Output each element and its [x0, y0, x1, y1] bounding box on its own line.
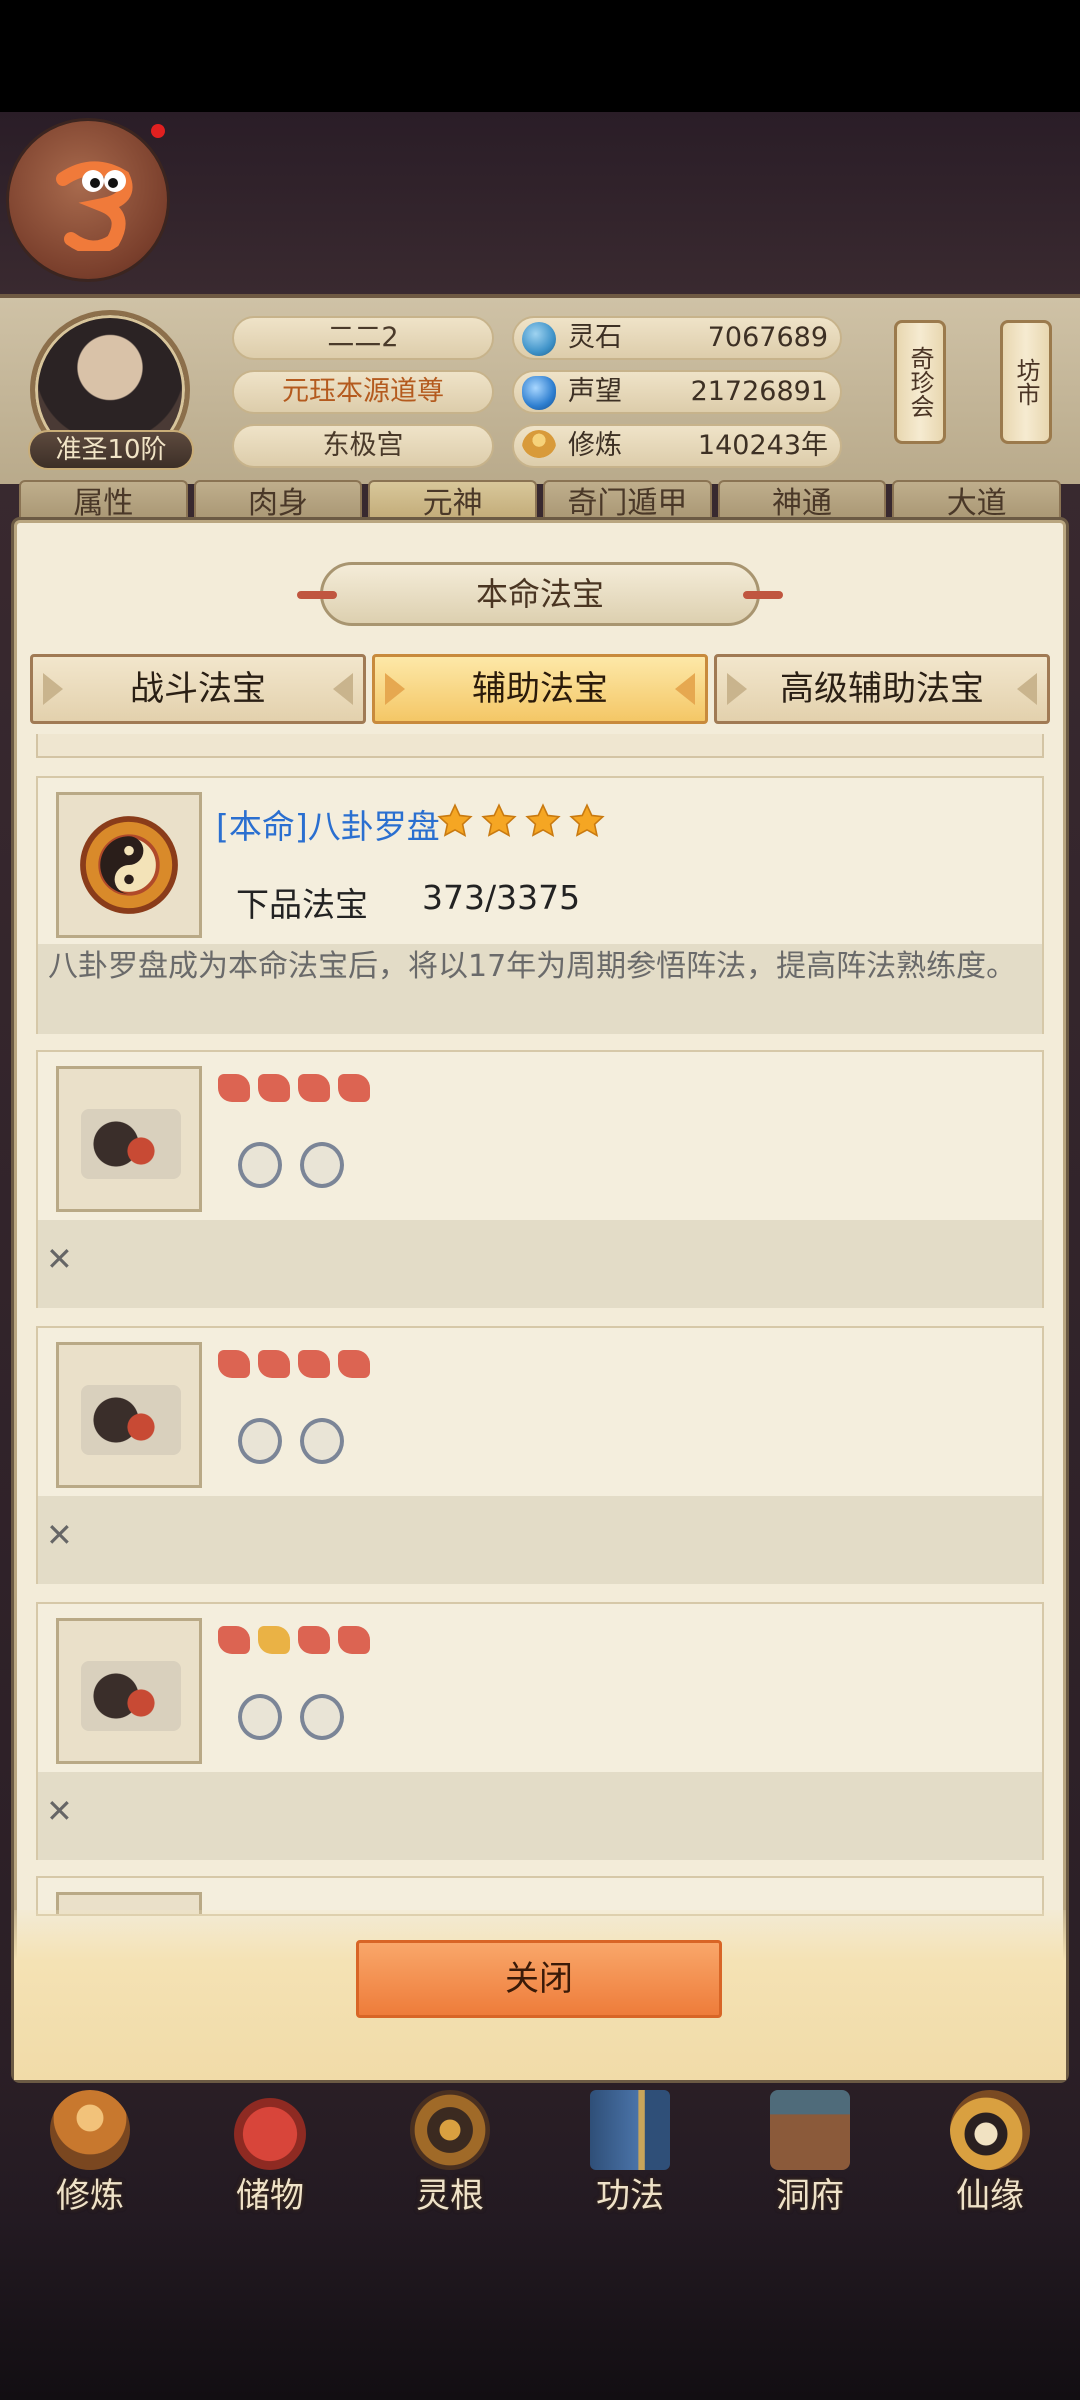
- dialog-title: 本命法宝: [297, 562, 783, 626]
- nav-label: 洞府: [776, 2176, 844, 2216]
- player-name: 二二2: [232, 316, 494, 360]
- treasure-fair-button[interactable]: 奇珍会: [894, 320, 946, 444]
- gem-slot-icon: [300, 1418, 344, 1464]
- technique-book-icon: [590, 2090, 670, 2170]
- market-button[interactable]: 坊市: [1000, 320, 1052, 444]
- resource-value: 21726891: [690, 376, 828, 407]
- tab-body[interactable]: 肉身: [193, 480, 363, 520]
- description-band: ✕: [38, 1772, 1042, 1860]
- cross-icon: ✕: [46, 1516, 73, 1554]
- treasure-description: 八卦罗盘成为本命法宝后，将以17年为周期参悟阵法，提高阵法熟练度。: [48, 949, 1017, 984]
- nav-cultivate[interactable]: 修炼: [15, 2082, 165, 2222]
- star-rating: [218, 1350, 378, 1378]
- treasure-card-featured[interactable]: [本命]八卦罗盘 下品法宝 373/3375 八卦罗盘成为本命法宝后，将以17年…: [36, 776, 1044, 1034]
- storage-bag-icon: [230, 2090, 310, 2170]
- cross-icon: ✕: [46, 1240, 73, 1278]
- tab-soul[interactable]: 元神: [368, 480, 538, 520]
- arrow-right-icon: [1017, 673, 1037, 705]
- cross-icon: ✕: [46, 1792, 73, 1830]
- arrow-left-icon: [727, 673, 747, 705]
- player-title: 元珏本源道尊: [232, 370, 494, 414]
- treasure-progress: 373/3375: [422, 878, 581, 917]
- tab-label: 高级辅助法宝: [780, 669, 984, 709]
- notification-dot: [151, 124, 165, 138]
- bottom-nav: 修炼 储物 灵根 功法 洞府 仙缘: [0, 2082, 1080, 2222]
- nav-label: 修炼: [56, 2176, 124, 2216]
- resource-value: 7067689: [707, 322, 828, 353]
- treasure-name: [本命]八卦罗盘: [216, 807, 440, 846]
- resource-label: 修炼: [568, 430, 622, 461]
- gem-slot-icon: [300, 1142, 344, 1188]
- bagua-compass-icon: [56, 792, 202, 938]
- description-band: ✕: [38, 1220, 1042, 1308]
- treasure-art: [81, 1661, 181, 1731]
- meditation-icon: [522, 430, 556, 464]
- chat-mascot-button[interactable]: [6, 118, 170, 282]
- star-icon: [569, 803, 605, 837]
- arrow-left-icon: [43, 673, 63, 705]
- resource-spirit-stone: 灵石 7067689: [512, 316, 842, 360]
- tab-powers[interactable]: 神通: [717, 480, 887, 520]
- meditation-nav-icon: [50, 2090, 130, 2170]
- list-top-edge: [36, 734, 1044, 758]
- nav-immortal-fate[interactable]: 仙缘: [915, 2082, 1065, 2222]
- treasure-card[interactable]: ✕: [36, 1050, 1044, 1308]
- gem-slot-icon: [238, 1694, 282, 1740]
- cave-dwelling-icon: [770, 2090, 850, 2170]
- player-location: 东极宫: [232, 424, 494, 468]
- treasure-card[interactable]: ✕: [36, 1602, 1044, 1860]
- star-rating: [218, 1626, 378, 1654]
- nav-label: 储物: [236, 2176, 304, 2216]
- treasure-grade: 下品法宝: [236, 885, 368, 924]
- nav-cave[interactable]: 洞府: [735, 2082, 885, 2222]
- nav-spirit-root[interactable]: 灵根: [375, 2082, 525, 2222]
- tab-attributes[interactable]: 属性: [19, 480, 188, 520]
- tab-combat-treasure[interactable]: 战斗法宝: [30, 654, 366, 724]
- resource-value: 140243年: [697, 430, 828, 461]
- mascot-icon: [56, 161, 133, 251]
- gem-slot-icon: [238, 1142, 282, 1188]
- tab-label: 辅助法宝: [472, 669, 608, 709]
- treasure-card[interactable]: ✕: [36, 1326, 1044, 1584]
- resource-cultivation: 修炼 140243年: [512, 424, 842, 468]
- nav-label: 仙缘: [956, 2176, 1024, 2216]
- game-screen: 准圣10阶 二二2 元珏本源道尊 东极宫 灵石 7067689 声望 21726…: [0, 0, 1080, 2400]
- treasure-thumbnail: [56, 1066, 202, 1212]
- arrow-left-icon: [385, 673, 405, 705]
- spirit-root-icon: [410, 2090, 490, 2170]
- nav-technique[interactable]: 功法: [555, 2082, 705, 2222]
- nav-label: 功法: [596, 2176, 664, 2216]
- tab-label: 战斗法宝: [130, 669, 266, 709]
- immortal-fate-icon: [950, 2090, 1030, 2170]
- star-icon: [481, 803, 517, 837]
- tab-dao[interactable]: 大道: [892, 480, 1062, 520]
- star-icon: [525, 803, 561, 837]
- star-icon: [437, 803, 473, 837]
- star-rating: [218, 1074, 378, 1102]
- tab-qimen[interactable]: 奇门遁甲: [543, 480, 712, 520]
- tab-support-treasure[interactable]: 辅助法宝: [372, 654, 708, 724]
- tab-advanced-support-treasure[interactable]: 高级辅助法宝: [714, 654, 1050, 724]
- gem-slot-icon: [300, 1694, 344, 1740]
- main-tab-bar: 属性 肉身 元神 奇门遁甲 神通 大道: [16, 480, 1064, 520]
- treasure-thumbnail: [56, 1618, 202, 1764]
- treasure-art: [81, 1109, 181, 1179]
- arrow-right-icon: [675, 673, 695, 705]
- resource-label: 声望: [568, 376, 622, 407]
- treasure-thumbnail: [56, 1342, 202, 1488]
- gem-slot-icon: [238, 1418, 282, 1464]
- star-rating: [436, 802, 612, 840]
- rank-badge: 准圣10阶: [28, 430, 194, 470]
- spirit-stone-icon: [522, 322, 556, 356]
- resource-label: 灵石: [568, 322, 622, 353]
- description-band: ✕: [38, 1496, 1042, 1584]
- close-button[interactable]: 关闭: [356, 1940, 722, 2018]
- resource-reputation: 声望 21726891: [512, 370, 842, 414]
- arrow-right-icon: [333, 673, 353, 705]
- treasure-art: [81, 1385, 181, 1455]
- nav-storage[interactable]: 储物: [195, 2082, 345, 2222]
- reputation-icon: [522, 376, 556, 410]
- nav-label: 灵根: [416, 2176, 484, 2216]
